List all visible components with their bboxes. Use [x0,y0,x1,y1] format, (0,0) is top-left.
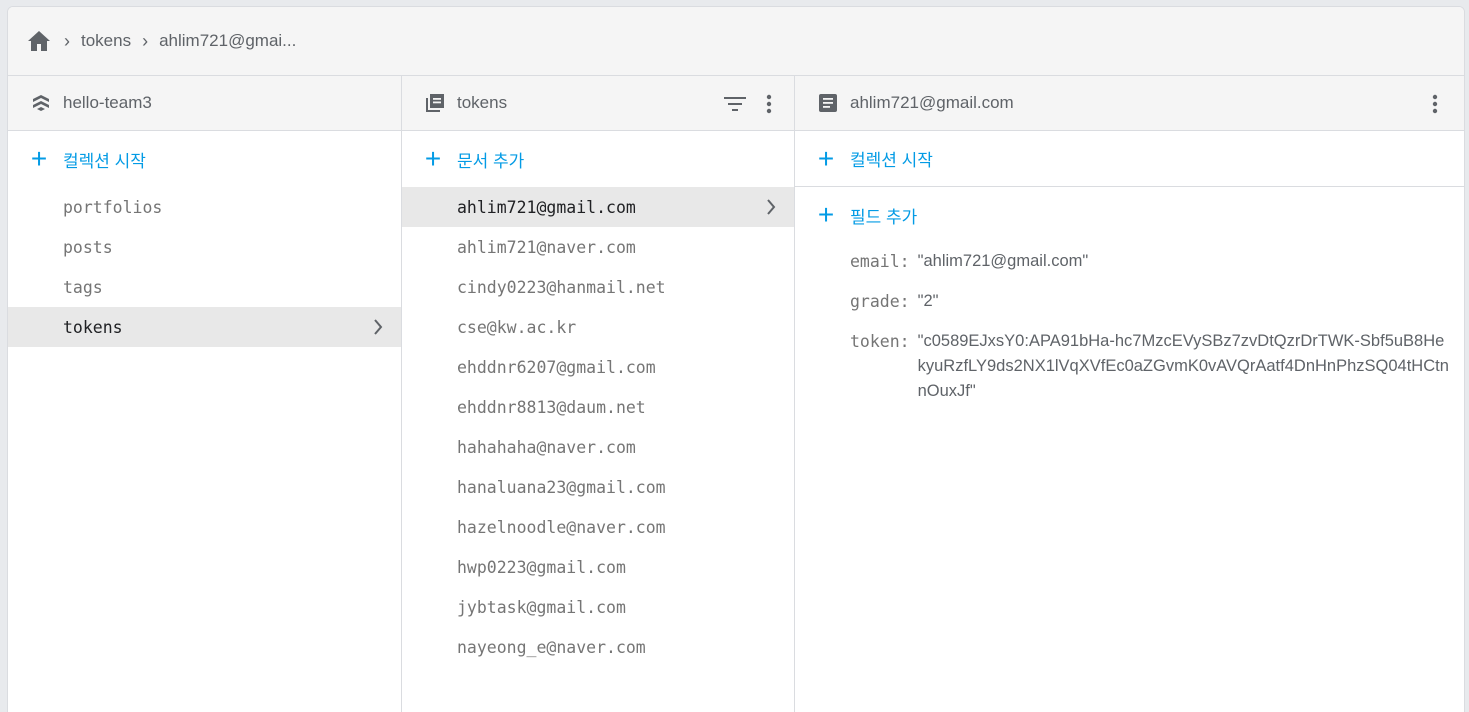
document-panel: ahlim721@gmail.com + 컬렉션 시작 + 필드 추가 emai… [795,76,1464,712]
list-item-label: hanaluana23@gmail.com [457,477,666,497]
list-item[interactable]: cindy0223@hanmail.net [402,267,794,307]
list-item[interactable]: nayeong_e@naver.com [402,627,794,667]
list-item[interactable]: hanaluana23@gmail.com [402,467,794,507]
list-item[interactable]: portfolios [8,187,401,227]
collection-icon [424,92,446,114]
field-row[interactable]: email: "ahlim721@gmail.com" [795,249,1464,274]
collection-panel: tokens + 문서 추가 ahlim721@gmail.com ahlim72… [402,76,795,712]
breadcrumb-item[interactable]: tokens [81,31,131,51]
panel-header: ahlim721@gmail.com [795,76,1464,131]
list-item[interactable]: tokens [8,307,401,347]
field-key: grade: [850,292,910,311]
list-item-label: tokens [63,317,123,337]
collection-list: portfolios posts tags tokens [8,187,401,347]
plus-icon: + [30,143,48,174]
more-vert-icon[interactable] [754,89,784,119]
list-item[interactable]: posts [8,227,401,267]
list-item-label: tags [63,277,103,297]
project-title: hello-team3 [63,93,152,112]
list-item-label: jybtask@gmail.com [457,597,626,617]
field-list: email: "ahlim721@gmail.com" grade: "2" token… [795,243,1464,404]
list-item-label: ehddnr6207@gmail.com [457,357,656,377]
start-collection-button[interactable]: + 컬렉션 시작 [8,131,401,187]
start-subcollection-button[interactable]: + 컬렉션 시작 [795,131,1464,187]
filter-icon[interactable] [720,89,750,119]
list-item-label: nayeong_e@naver.com [457,637,646,657]
plus-icon: + [817,199,835,230]
list-item[interactable]: jybtask@gmail.com [402,587,794,627]
list-item-label: portfolios [63,197,163,217]
document-title: ahlim721@gmail.com [850,93,1014,112]
plus-icon: + [817,142,835,174]
field-key: email: [850,252,910,271]
chevron-right-icon: › [64,30,70,51]
panel-header: hello-team3 [8,76,401,131]
add-document-button[interactable]: + 문서 추가 [402,131,794,187]
list-item-label: cindy0223@hanmail.net [457,277,666,297]
chevron-right-icon [766,187,776,227]
list-item[interactable]: ehddnr8813@daum.net [402,387,794,427]
add-field-button[interactable]: + 필드 추가 [795,187,1464,243]
list-item-label: ehddnr8813@daum.net [457,397,646,417]
plus-icon: + [424,143,442,174]
list-item[interactable]: cse@kw.ac.kr [402,307,794,347]
list-item-label: hwp0223@gmail.com [457,557,626,577]
list-item-label: ahlim721@gmail.com [457,197,636,217]
list-item-label: posts [63,237,113,257]
field-value: "ahlim721@gmail.com" [917,252,1089,270]
field-value: "2" [917,292,939,310]
field-key: token: [850,332,910,351]
list-item[interactable]: tags [8,267,401,307]
list-item-label: ahlim721@naver.com [457,237,636,257]
home-icon[interactable] [27,28,53,54]
list-item[interactable]: ahlim721@naver.com [402,227,794,267]
field-row[interactable]: token: "c0589EJxsY0:APA91bHa-hc7MzcEVySBz… [795,329,1464,404]
breadcrumb-item[interactable]: ahlim721@gmai... [159,31,296,51]
collection-title: tokens [457,93,508,112]
breadcrumb: › tokens › ahlim721@gmai... [8,7,1464,76]
document-list: ahlim721@gmail.com ahlim721@naver.com cind… [402,187,794,667]
field-row[interactable]: grade: "2" [795,289,1464,314]
field-value: "c0589EJxsY0:APA91bHa-hc7MzcEVySBz7zvDtQ… [917,332,1449,400]
list-item-label: cse@kw.ac.kr [457,317,577,337]
list-item[interactable]: ehddnr6207@gmail.com [402,347,794,387]
document-icon [817,92,839,114]
chevron-right-icon [373,307,383,347]
list-item[interactable]: hwp0223@gmail.com [402,547,794,587]
app-frame: › tokens › ahlim721@gmai... hello-team3 … [7,6,1465,712]
list-item-label: hahahaha@naver.com [457,437,636,457]
list-item[interactable]: hazelnoodle@naver.com [402,507,794,547]
list-item[interactable]: ahlim721@gmail.com [402,187,794,227]
chevron-right-icon: › [142,30,149,51]
project-panel: hello-team3 + 컬렉션 시작 portfolios posts tags… [8,76,402,712]
panel-header: tokens [402,76,794,131]
list-item[interactable]: hahahaha@naver.com [402,427,794,467]
list-item-label: hazelnoodle@naver.com [457,517,666,537]
firestore-icon [30,92,52,114]
more-vert-icon[interactable] [1420,89,1450,119]
